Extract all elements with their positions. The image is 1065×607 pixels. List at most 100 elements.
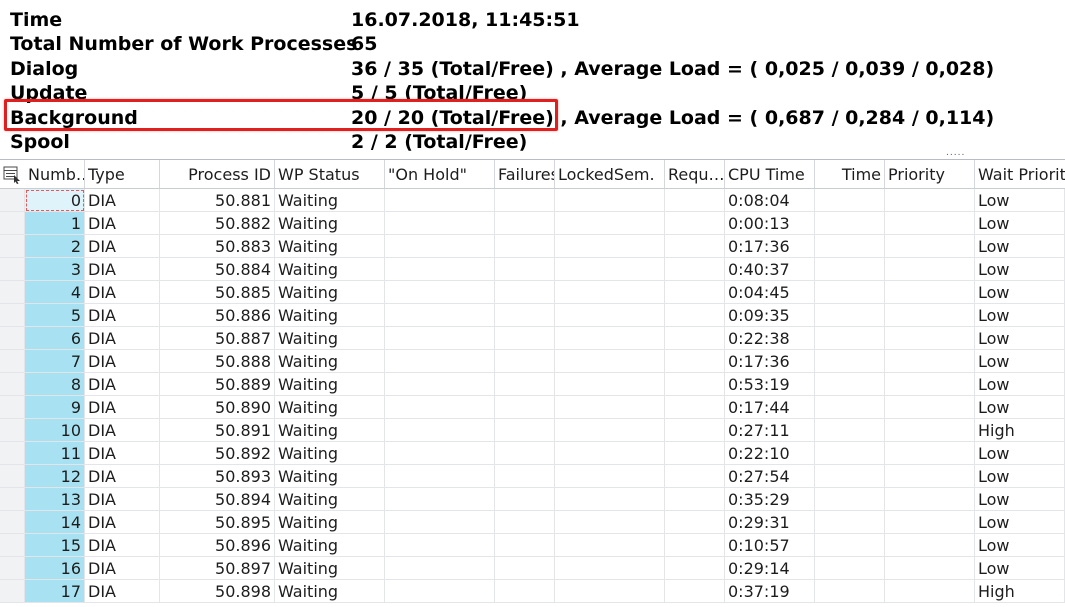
- row-selector[interactable]: [0, 534, 25, 557]
- col-on-hold[interactable]: "On Hold": [385, 160, 495, 188]
- table-row[interactable]: 9 DIA 50.890 Waiting 0:17:44 Low: [0, 396, 1065, 419]
- cell-failures[interactable]: [495, 327, 555, 350]
- cell-on-hold[interactable]: [385, 212, 495, 235]
- cell-type[interactable]: DIA: [85, 442, 160, 465]
- cell-time[interactable]: [815, 189, 885, 212]
- cell-failures[interactable]: [495, 534, 555, 557]
- cell-on-hold[interactable]: [385, 304, 495, 327]
- cell-type[interactable]: DIA: [85, 212, 160, 235]
- col-priority[interactable]: Priority: [885, 160, 975, 188]
- cell-process-id[interactable]: 50.890: [160, 396, 275, 419]
- cell-on-hold[interactable]: [385, 350, 495, 373]
- cell-time[interactable]: [815, 212, 885, 235]
- row-selector[interactable]: [0, 235, 25, 258]
- cell-type[interactable]: DIA: [85, 327, 160, 350]
- table-row[interactable]: 1 DIA 50.882 Waiting 0:00:13 Low: [0, 212, 1065, 235]
- cell-priority[interactable]: [885, 557, 975, 580]
- cell-on-hold[interactable]: [385, 557, 495, 580]
- row-selector[interactable]: [0, 557, 25, 580]
- cell-priority[interactable]: [885, 281, 975, 304]
- cell-requests[interactable]: [665, 419, 725, 442]
- cell-process-id[interactable]: 50.883: [160, 235, 275, 258]
- cell-wp-status[interactable]: Waiting: [275, 488, 385, 511]
- cell-number[interactable]: 12: [25, 465, 85, 488]
- cell-wait-priority[interactable]: Low: [975, 235, 1065, 258]
- cell-wait-priority[interactable]: Low: [975, 373, 1065, 396]
- cell-time[interactable]: [815, 488, 885, 511]
- column-selector-icon[interactable]: [3, 166, 23, 184]
- cell-requests[interactable]: [665, 488, 725, 511]
- cell-wait-priority[interactable]: Low: [975, 304, 1065, 327]
- cell-locked-sem[interactable]: [555, 373, 665, 396]
- cell-wait-priority[interactable]: Low: [975, 350, 1065, 373]
- cell-on-hold[interactable]: [385, 511, 495, 534]
- cell-failures[interactable]: [495, 304, 555, 327]
- cell-on-hold[interactable]: [385, 396, 495, 419]
- cell-wait-priority[interactable]: Low: [975, 327, 1065, 350]
- cell-wp-status[interactable]: Waiting: [275, 396, 385, 419]
- table-row[interactable]: 7 DIA 50.888 Waiting 0:17:36 Low: [0, 350, 1065, 373]
- cell-number[interactable]: 5: [25, 304, 85, 327]
- row-selector[interactable]: [0, 189, 25, 212]
- table-row[interactable]: 10 DIA 50.891 Waiting 0:27:11 High: [0, 419, 1065, 442]
- row-selector[interactable]: [0, 212, 25, 235]
- cell-number[interactable]: 16: [25, 557, 85, 580]
- cell-failures[interactable]: [495, 281, 555, 304]
- cell-locked-sem[interactable]: [555, 235, 665, 258]
- cell-priority[interactable]: [885, 327, 975, 350]
- cell-failures[interactable]: [495, 557, 555, 580]
- cell-type[interactable]: DIA: [85, 373, 160, 396]
- cell-failures[interactable]: [495, 419, 555, 442]
- cell-time[interactable]: [815, 235, 885, 258]
- cell-wp-status[interactable]: Waiting: [275, 350, 385, 373]
- cell-cpu-time[interactable]: 0:08:04: [725, 189, 815, 212]
- cell-wp-status[interactable]: Waiting: [275, 465, 385, 488]
- cell-wait-priority[interactable]: Low: [975, 396, 1065, 419]
- col-process-id[interactable]: Process ID: [160, 160, 275, 188]
- cell-failures[interactable]: [495, 465, 555, 488]
- cell-wp-status[interactable]: Waiting: [275, 235, 385, 258]
- cell-priority[interactable]: [885, 465, 975, 488]
- cell-on-hold[interactable]: [385, 442, 495, 465]
- cell-failures[interactable]: [495, 511, 555, 534]
- cell-cpu-time[interactable]: 0:29:14: [725, 557, 815, 580]
- col-type[interactable]: Type: [85, 160, 160, 188]
- cell-locked-sem[interactable]: [555, 465, 665, 488]
- cell-locked-sem[interactable]: [555, 396, 665, 419]
- cell-time[interactable]: [815, 580, 885, 603]
- cell-cpu-time[interactable]: 0:17:44: [725, 396, 815, 419]
- col-time[interactable]: Time: [815, 160, 885, 188]
- cell-locked-sem[interactable]: [555, 212, 665, 235]
- cell-cpu-time[interactable]: 0:22:38: [725, 327, 815, 350]
- row-selector[interactable]: [0, 511, 25, 534]
- row-selector[interactable]: [0, 465, 25, 488]
- cell-number[interactable]: 17: [25, 580, 85, 603]
- cell-number[interactable]: 15: [25, 534, 85, 557]
- cell-cpu-time[interactable]: 0:27:54: [725, 465, 815, 488]
- cell-type[interactable]: DIA: [85, 511, 160, 534]
- cell-process-id[interactable]: 50.898: [160, 580, 275, 603]
- cell-cpu-time[interactable]: 0:53:19: [725, 373, 815, 396]
- cell-time[interactable]: [815, 534, 885, 557]
- cell-locked-sem[interactable]: [555, 258, 665, 281]
- cell-number[interactable]: 13: [25, 488, 85, 511]
- cell-process-id[interactable]: 50.893: [160, 465, 275, 488]
- cell-type[interactable]: DIA: [85, 488, 160, 511]
- cell-wait-priority[interactable]: Low: [975, 488, 1065, 511]
- cell-wp-status[interactable]: Waiting: [275, 534, 385, 557]
- cell-process-id[interactable]: 50.881: [160, 189, 275, 212]
- cell-process-id[interactable]: 50.894: [160, 488, 275, 511]
- cell-requests[interactable]: [665, 534, 725, 557]
- cell-cpu-time[interactable]: 0:00:13: [725, 212, 815, 235]
- cell-failures[interactable]: [495, 396, 555, 419]
- cell-locked-sem[interactable]: [555, 557, 665, 580]
- cell-requests[interactable]: [665, 511, 725, 534]
- cell-failures[interactable]: [495, 212, 555, 235]
- cell-number[interactable]: 14: [25, 511, 85, 534]
- cell-requests[interactable]: [665, 350, 725, 373]
- cell-priority[interactable]: [885, 212, 975, 235]
- table-row[interactable]: 6 DIA 50.887 Waiting 0:22:38 Low: [0, 327, 1065, 350]
- cell-time[interactable]: [815, 258, 885, 281]
- cell-priority[interactable]: [885, 511, 975, 534]
- cell-type[interactable]: DIA: [85, 419, 160, 442]
